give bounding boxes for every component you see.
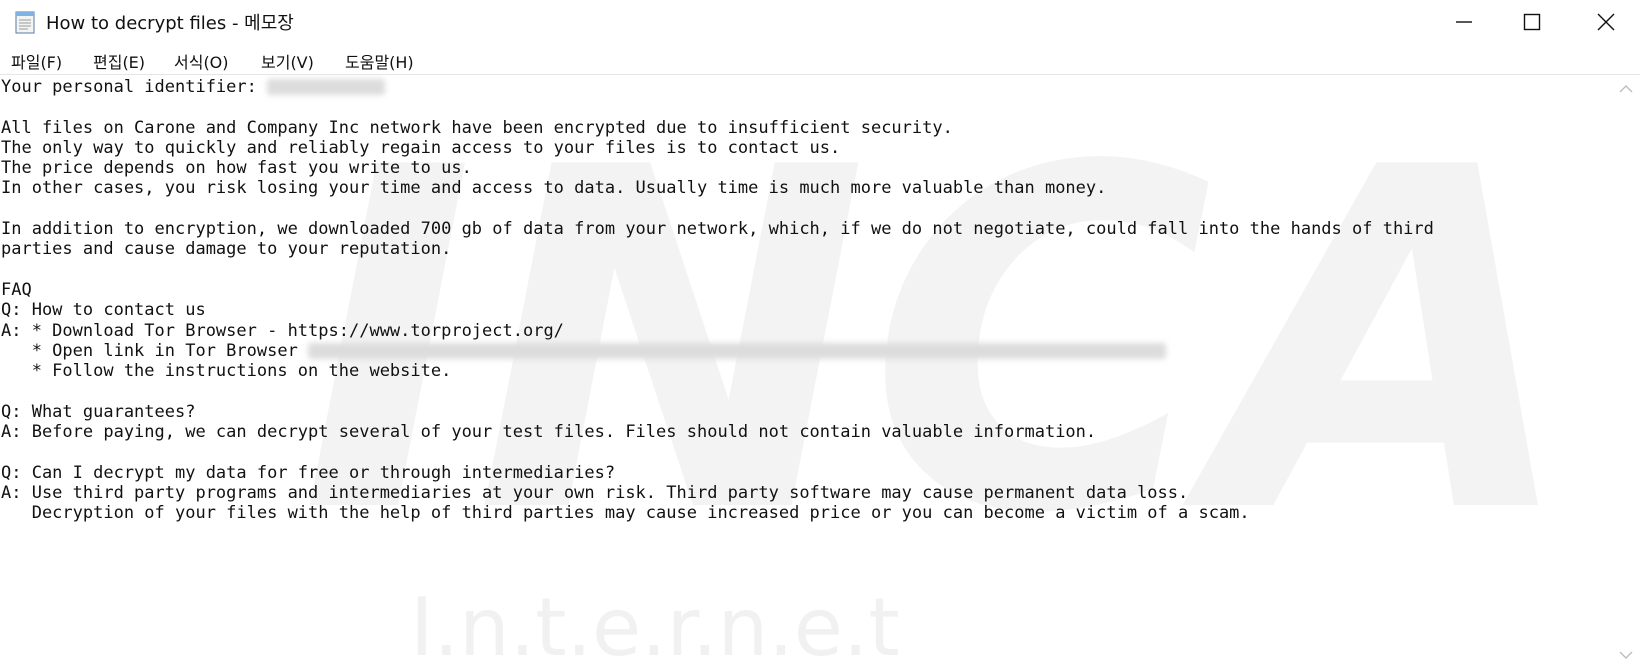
text-line: The only way to quickly and reliably reg… bbox=[1, 137, 841, 158]
menu-help[interactable]: 도움말(H) bbox=[345, 49, 414, 73]
text-line: parties and cause damage to your reputat… bbox=[1, 239, 452, 260]
minimize-button[interactable] bbox=[1430, 0, 1498, 44]
title-bar[interactable]: How to decrypt files - 메모장 bbox=[0, 0, 1640, 44]
redacted-identifier bbox=[267, 79, 386, 95]
text-line: In addition to encryption, we downloaded… bbox=[1, 219, 1434, 240]
scroll-up-arrow-icon[interactable] bbox=[1618, 83, 1634, 95]
text-line: All files on Carone and Company Inc netw… bbox=[1, 117, 953, 138]
vertical-scrollbar[interactable] bbox=[1612, 75, 1640, 669]
close-icon bbox=[1597, 13, 1615, 31]
close-button[interactable] bbox=[1572, 0, 1640, 44]
text-line: A: * Download Tor Browser - https://www.… bbox=[1, 320, 564, 341]
scroll-down-arrow-icon[interactable] bbox=[1618, 649, 1634, 661]
notepad-icon bbox=[15, 11, 35, 34]
watermark-caption: I.n.t.e.r.n.e.t bbox=[410, 581, 900, 669]
text-line: A: Use third party programs and intermed… bbox=[1, 482, 1189, 503]
menu-edit[interactable]: 편집(E) bbox=[93, 49, 145, 73]
menu-format[interactable]: 서식(O) bbox=[174, 49, 229, 73]
menu-view[interactable]: 보기(V) bbox=[261, 49, 314, 73]
text-editor-area[interactable]: INCA I.n.t.e.r.n.e.t Your personal ident… bbox=[0, 75, 1612, 669]
redacted-onion-link bbox=[308, 342, 1167, 359]
text-line: In other cases, you risk losing your tim… bbox=[1, 178, 1107, 199]
text-line: * Follow the instructions on the website… bbox=[1, 361, 452, 382]
maximize-icon bbox=[1523, 13, 1541, 31]
text-line: * Open link in Tor Browser bbox=[1, 340, 309, 361]
text-line: The price depends on how fast you write … bbox=[1, 158, 472, 179]
minimize-icon bbox=[1456, 21, 1472, 23]
menu-file[interactable]: 파일(F) bbox=[11, 49, 62, 73]
menu-bar: 파일(F) 편집(E) 서식(O) 보기(V) 도움말(H) bbox=[0, 44, 1640, 75]
text-line: Q: What guarantees? bbox=[1, 401, 196, 422]
text-line: Your personal identifier: bbox=[1, 77, 268, 97]
text-line: FAQ bbox=[1, 279, 32, 300]
text-line: Decryption of your files with the help o… bbox=[1, 503, 1250, 524]
text-line: Q: Can I decrypt my data for free or thr… bbox=[1, 462, 616, 483]
notepad-window: How to decrypt files - 메모장 파일(F) 편집(E) 서… bbox=[0, 0, 1640, 669]
window-title: How to decrypt files - 메모장 bbox=[46, 13, 294, 34]
document-text: Your personal identifier: All files on C… bbox=[1, 77, 1434, 524]
maximize-button[interactable] bbox=[1498, 0, 1566, 44]
text-line: A: Before paying, we can decrypt several… bbox=[1, 422, 1097, 443]
text-line: Q: How to contact us bbox=[1, 300, 206, 321]
